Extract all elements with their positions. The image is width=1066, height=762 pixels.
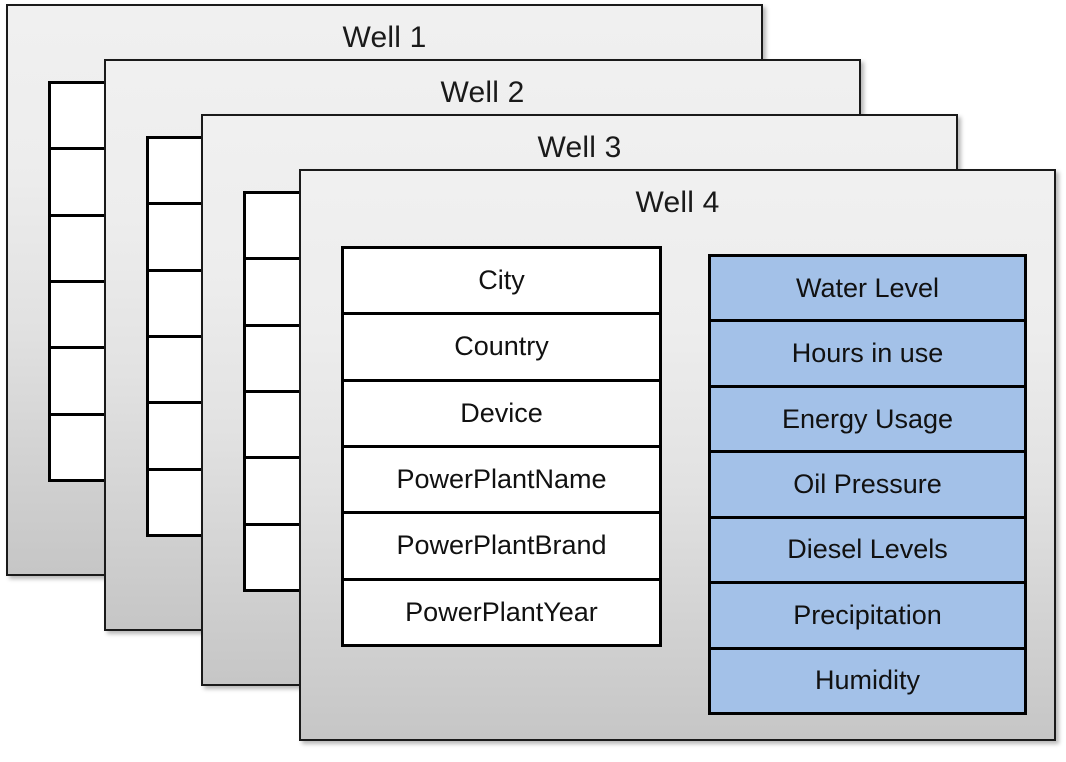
well-card-3-title: Well 3: [537, 131, 622, 164]
field-row-hours-in-use: Hours in use: [711, 322, 1024, 388]
field-row-humidity: Humidity: [711, 649, 1024, 712]
field-row-powerplantyear: PowerPlantYear: [344, 580, 659, 644]
field-row-city: City: [344, 249, 659, 316]
field-row-precipitation: Precipitation: [711, 584, 1024, 650]
field-row-powerplantname: PowerPlantName: [344, 447, 659, 515]
well-card-4-attribute-table: City Country Device PowerPlantName Power…: [341, 246, 662, 647]
well-card-4-sensor-table: Water Level Hours in use Energy Usage Oi…: [708, 254, 1027, 715]
well-stack-diagram: Well 1 City Country Device PowerPlantNam…: [0, 0, 1066, 762]
well-card-4[interactable]: Well 4 City Country Device PowerPlantNam…: [299, 169, 1056, 741]
field-row-device: Device: [344, 381, 659, 448]
field-row-oil-pressure: Oil Pressure: [711, 453, 1024, 519]
field-row-country: Country: [344, 315, 659, 382]
field-row-water-level: Water Level: [711, 257, 1024, 323]
well-card-2-title: Well 2: [440, 76, 525, 109]
well-card-4-title: Well 4: [635, 186, 720, 219]
field-row-powerplantbrand: PowerPlantBrand: [344, 514, 659, 581]
field-row-energy-usage: Energy Usage: [711, 387, 1024, 454]
field-row-diesel-levels: Diesel Levels: [711, 518, 1024, 585]
well-card-1-title: Well 1: [342, 21, 427, 54]
